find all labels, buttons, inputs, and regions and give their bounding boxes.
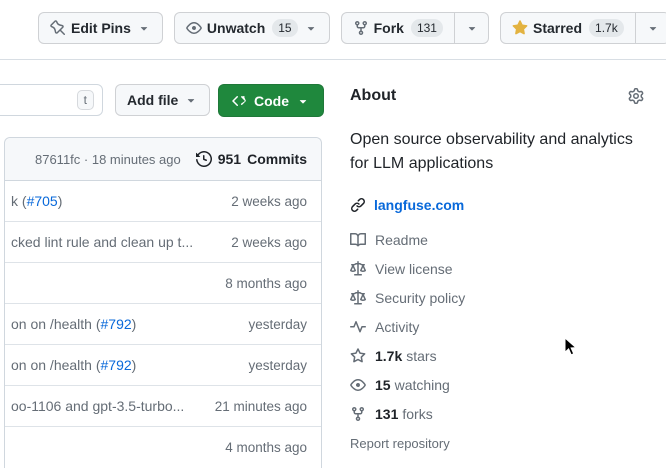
- starred-label: Starred: [533, 20, 582, 36]
- fork-icon: [353, 20, 369, 36]
- view-license-link[interactable]: View license: [350, 258, 644, 279]
- pulse-icon: [350, 319, 366, 335]
- fork-icon: [350, 406, 366, 422]
- repo-description: Open source observability and analytics …: [350, 128, 644, 176]
- gear-icon: [628, 88, 644, 104]
- history-icon: [196, 151, 212, 167]
- repo-action-bar: Edit Pins Unwatch 15 Fork 131: [0, 0, 666, 60]
- file-row: k (#705) 2 weeks ago: [5, 181, 321, 222]
- readme-link[interactable]: Readme: [350, 229, 644, 250]
- star-split-button: Starred 1.7k: [500, 12, 666, 44]
- commit-message: oo-1106 and gpt-3.5-turbo...: [11, 398, 203, 414]
- forks-link[interactable]: 131forks: [350, 403, 644, 424]
- fork-count-badge: 131: [411, 19, 443, 37]
- chevron-down-icon: [646, 21, 660, 35]
- shortcut-key-hint: t: [77, 90, 94, 110]
- repo-website-row: langfuse.com: [350, 194, 644, 215]
- commit-message: k (#705): [11, 193, 219, 209]
- edit-repo-details-button[interactable]: [628, 88, 644, 104]
- file-table: 87611fc · 18 minutes ago 951 Commits k (…: [4, 137, 322, 468]
- starred-button[interactable]: Starred 1.7k: [500, 12, 636, 44]
- commit-date: yesterday: [248, 358, 307, 373]
- star-icon: [350, 348, 366, 364]
- commit-message: cked lint rule and clean up t...: [11, 234, 219, 250]
- chevron-down-icon: [184, 93, 198, 107]
- stars-link[interactable]: 1.7kstars: [350, 345, 644, 366]
- add-file-label: Add file: [127, 92, 178, 108]
- file-row: oo-1106 and gpt-3.5-turbo... 21 minutes …: [5, 386, 321, 427]
- commits-label: Commits: [247, 151, 307, 167]
- file-row: 8 months ago: [5, 263, 321, 304]
- pr-link[interactable]: #792: [101, 357, 132, 373]
- starred-dropdown-button[interactable]: [635, 12, 666, 44]
- commit-message: on on /health (#792): [11, 357, 236, 373]
- github-repo-page: Edit Pins Unwatch 15 Fork 131: [0, 0, 666, 468]
- go-to-file-input[interactable]: t: [0, 84, 103, 116]
- fork-dropdown-button[interactable]: [454, 12, 489, 44]
- commit-history-link[interactable]: 951 Commits: [196, 151, 307, 167]
- file-row: on on /health (#792) yesterday: [5, 345, 321, 386]
- pr-link[interactable]: #705: [27, 193, 58, 209]
- commit-date: 4 months ago: [225, 440, 307, 455]
- fork-button[interactable]: Fork 131: [341, 12, 455, 44]
- unwatch-label: Unwatch: [207, 20, 265, 36]
- eye-icon: [186, 20, 202, 36]
- activity-link[interactable]: Activity: [350, 316, 644, 337]
- repo-actions: Edit Pins Unwatch 15 Fork 131: [38, 12, 666, 44]
- unwatch-button[interactable]: Unwatch 15: [174, 12, 330, 44]
- security-policy-link[interactable]: Security policy: [350, 287, 644, 308]
- file-row: on on /health (#792) yesterday: [5, 304, 321, 345]
- file-row: cked lint rule and clean up t... 2 weeks…: [5, 222, 321, 263]
- commit-date: 21 minutes ago: [215, 399, 307, 414]
- watching-link[interactable]: 15watching: [350, 374, 644, 395]
- pr-link[interactable]: #792: [101, 316, 132, 332]
- code-icon: [232, 93, 248, 109]
- chevron-down-icon: [304, 21, 318, 35]
- commit-date: 2 weeks ago: [231, 194, 307, 209]
- pin-icon: [50, 20, 66, 36]
- latest-commit-link[interactable]: 87611fc · 18 minutes ago: [35, 152, 181, 167]
- edit-pins-label: Edit Pins: [71, 20, 131, 36]
- mouse-cursor: [564, 337, 577, 357]
- add-file-button[interactable]: Add file: [115, 84, 210, 116]
- report-repository-link[interactable]: Report repository: [350, 436, 644, 451]
- code-button[interactable]: Code: [218, 84, 324, 117]
- code-label: Code: [254, 93, 289, 109]
- watch-count-badge: 15: [272, 19, 297, 37]
- latest-commit-bar: 87611fc · 18 minutes ago 951 Commits: [5, 138, 321, 181]
- chevron-down-icon: [137, 21, 151, 35]
- about-links: Readme View license Security policy Acti…: [350, 229, 644, 424]
- edit-pins-button[interactable]: Edit Pins: [38, 12, 163, 44]
- chevron-down-icon: [296, 94, 310, 108]
- fork-split-button: Fork 131: [341, 12, 489, 44]
- commit-date: 2 weeks ago: [231, 235, 307, 250]
- about-section: About Open source observability and anal…: [350, 84, 644, 451]
- commit-date: yesterday: [248, 317, 307, 332]
- fork-label: Fork: [374, 20, 404, 36]
- commit-message: on on /health (#792): [11, 316, 236, 332]
- law-icon: [350, 261, 366, 277]
- law-icon: [350, 290, 366, 306]
- book-icon: [350, 232, 366, 248]
- about-title: About: [350, 87, 396, 105]
- chevron-down-icon: [465, 21, 479, 35]
- star-filled-icon: [512, 20, 528, 36]
- website-link[interactable]: langfuse.com: [374, 197, 464, 213]
- star-count-badge: 1.7k: [589, 19, 624, 37]
- link-icon: [350, 197, 366, 213]
- commit-date: 8 months ago: [225, 276, 307, 291]
- commits-count: 951: [218, 151, 241, 167]
- file-row: 4 months ago: [5, 427, 321, 468]
- eye-icon: [350, 377, 366, 393]
